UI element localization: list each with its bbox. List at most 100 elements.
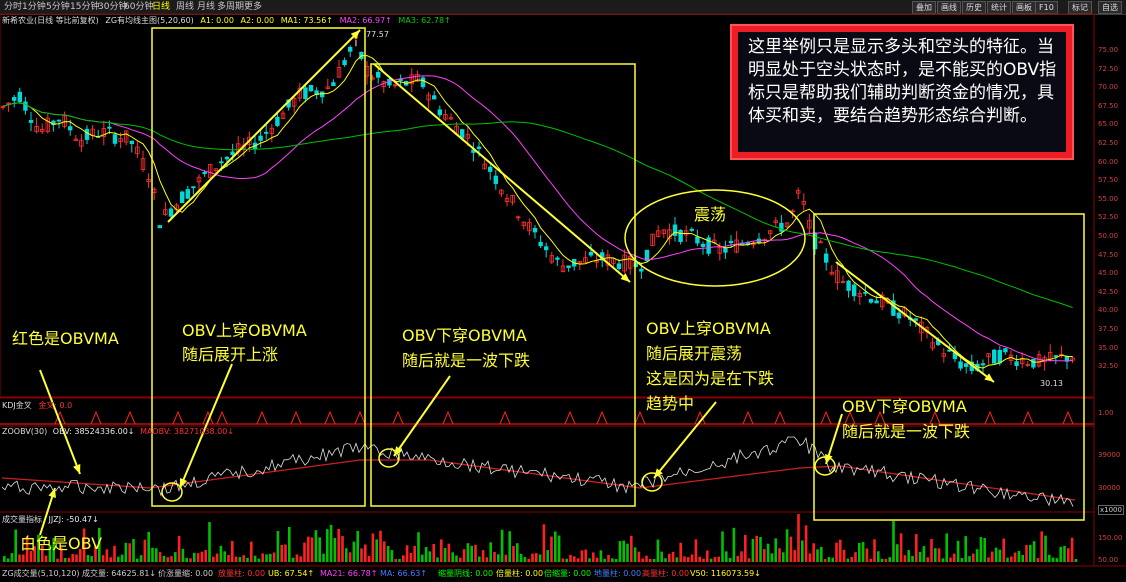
volume-bar [523, 557, 527, 562]
volume-bar [63, 557, 67, 562]
volume-bar [687, 557, 690, 562]
candle-body [476, 146, 482, 149]
volume-bar [257, 558, 261, 562]
volume-bar [478, 556, 481, 562]
candle-body [588, 251, 594, 256]
volume-info-line: 成交量指标 JJZJ: -50.47↓ [2, 515, 99, 525]
volume-bar [880, 558, 884, 562]
candle-body [728, 240, 734, 244]
volume-bar [789, 536, 793, 562]
volume-bar [975, 549, 979, 562]
kdj-signal-spike [290, 410, 302, 425]
candle-body [28, 119, 34, 123]
volume-bar [592, 552, 595, 562]
price-axis-label: 42.50 [1098, 287, 1119, 296]
kdj-value: 金叉: 0.0 [38, 401, 73, 410]
volume-bar [231, 540, 234, 562]
volume-bar [865, 548, 869, 562]
volume-bar [679, 542, 682, 562]
volume-bar [827, 557, 831, 562]
kdj-signal-spike [774, 410, 786, 425]
candle-body [672, 224, 678, 236]
volume-bar [546, 550, 549, 562]
candle-body [544, 246, 549, 251]
volume-bar [447, 543, 451, 562]
volume-bar [1032, 541, 1036, 562]
volume-bar [215, 553, 219, 562]
volume-bar [280, 544, 283, 562]
volume-bar [212, 556, 215, 562]
volume-bar [299, 556, 302, 562]
volume-bar [500, 529, 504, 562]
footer-indicator-7: 缩量阴线: 0.00 [438, 569, 494, 578]
volume-title[interactable]: 成交量指标 [2, 515, 42, 524]
volume-bar [633, 547, 637, 562]
kdj-signal-spike [354, 410, 366, 425]
price-axis-label: 40.00 [1098, 306, 1119, 315]
candle-body [308, 85, 314, 92]
volume-bar [470, 545, 473, 562]
volume-bar [816, 549, 819, 562]
kdj-signal-spike [742, 410, 754, 425]
volume-bar [823, 558, 827, 562]
volume-bar [531, 553, 534, 562]
footer-indicator-6: MA: 66.63↑ [380, 569, 428, 578]
volume-bar [291, 557, 295, 562]
volume-bar [333, 537, 337, 562]
volume-bar [139, 555, 143, 562]
price-axis-label: 57.50 [1098, 176, 1119, 185]
volume-bar [858, 542, 861, 562]
volume-bar [694, 539, 698, 562]
volume-bar [675, 557, 679, 562]
footer-indicator-9: 倍缩量: 0.00 [544, 569, 592, 578]
volume-bar [576, 558, 580, 562]
price-axis-label: 62.50 [1098, 139, 1119, 147]
volume-bar [322, 553, 325, 562]
volume-bar [455, 555, 458, 562]
volume-bar [744, 534, 747, 562]
volume-bar [310, 537, 314, 562]
volume-bar [751, 538, 755, 562]
kdj-title[interactable]: KDJ金叉 [2, 401, 32, 410]
candle-body [896, 312, 902, 319]
volume-bar [736, 555, 739, 562]
footer-indicator-5: MA21: 66.78↑ [320, 569, 378, 578]
candle-body [493, 175, 498, 184]
volume-bar [713, 557, 717, 562]
candle-body [487, 166, 493, 172]
volume-bar [861, 541, 865, 562]
kdj-signal-spike [499, 410, 511, 425]
volume-bar [637, 551, 641, 562]
candle-body [168, 208, 174, 217]
volume-bar [284, 544, 287, 562]
kdj-signal-spike [90, 410, 102, 425]
candle-body [538, 241, 543, 247]
volume-bar [877, 551, 880, 562]
footer-indicator-11: 高量柱: 0.00 [642, 569, 690, 578]
obv-title[interactable]: ZOOBV(30) [2, 427, 47, 436]
candle-body [179, 191, 185, 204]
candle-body [863, 291, 868, 294]
volume-bar [622, 540, 625, 562]
trend-arrow-up [167, 29, 361, 223]
volume-bar [371, 533, 375, 562]
volume-bar [364, 544, 367, 562]
volume-bar [242, 555, 245, 562]
volume-value: JJZJ: -50.47↓ [48, 515, 99, 524]
volume-bar [660, 551, 663, 562]
candle-body [11, 97, 17, 101]
volume-bar [888, 557, 891, 562]
volume-bar [417, 532, 420, 562]
candle-body [219, 161, 224, 164]
volume-bar [193, 552, 196, 562]
candle-body [375, 71, 381, 78]
volume-bar [22, 554, 25, 562]
volume-bar [56, 558, 59, 562]
volume-bar [960, 558, 964, 562]
volume-bar [983, 538, 986, 562]
volume-bar [945, 533, 948, 562]
volume-bar [835, 542, 838, 562]
volume-bar [611, 558, 614, 562]
footer-indicator-2: 价涨量缩: 0.00 [158, 569, 214, 578]
price-axis-label: 70.00 [1098, 83, 1119, 92]
